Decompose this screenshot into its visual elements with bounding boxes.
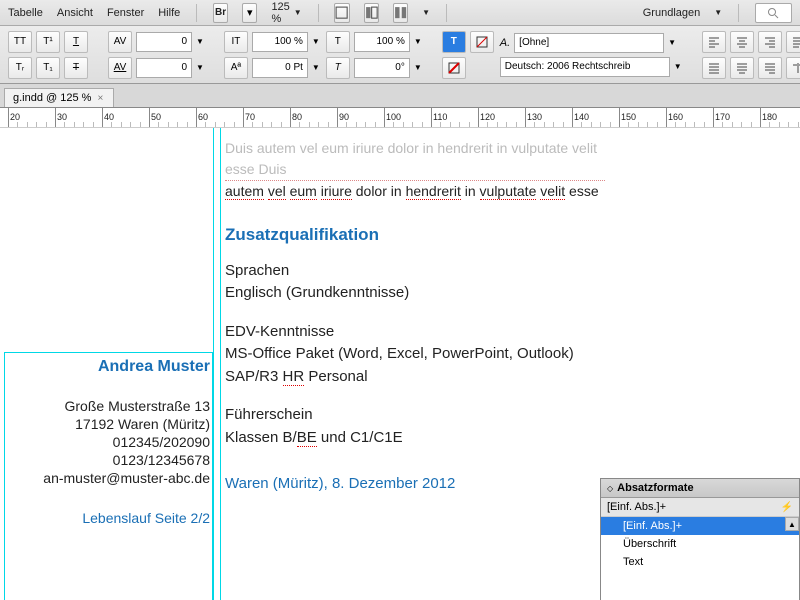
- justify-all-left[interactable]: [702, 57, 726, 79]
- tab-title: g.indd @ 125 %: [13, 92, 91, 104]
- paragraph-styles-panel[interactable]: ◇ Absatzformate [Einf. Abs.]+ ⚡ [Einf. A…: [600, 478, 800, 600]
- workspace-selector[interactable]: Grundlagen: [643, 7, 701, 19]
- panel-current-style: [Einf. Abs.]+ ⚡: [601, 498, 799, 517]
- char-style-field[interactable]: [Ohne]: [514, 33, 664, 53]
- license-block: Führerschein Klassen B/BE und C1/C1E: [225, 404, 605, 449]
- bridge-button[interactable]: Br: [213, 3, 228, 23]
- email: an-muster@muster-abc.de: [10, 470, 210, 486]
- baseline-field[interactable]: 0 Pt: [252, 58, 308, 78]
- swap-colors[interactable]: [442, 57, 466, 79]
- view-mode-2[interactable]: [364, 3, 379, 23]
- tracking-icon: AV: [108, 57, 132, 79]
- align-right[interactable]: [758, 31, 782, 53]
- justify-all-center[interactable]: [730, 57, 754, 79]
- lightning-icon[interactable]: ⚡: [781, 502, 793, 513]
- lorem-line: autem vel eum iriure dolor in hendrerit …: [225, 181, 605, 202]
- kerning-field[interactable]: 0: [136, 32, 192, 52]
- style-item[interactable]: Überschrift: [601, 535, 799, 553]
- main-text[interactable]: Duis autem vel eum iriure dolor in hendr…: [225, 138, 605, 496]
- chevron-down-icon[interactable]: ▼: [668, 38, 676, 47]
- hscale-icon: T: [326, 31, 350, 53]
- languages-block: Sprachen Englisch (Grundkenntnisse): [225, 260, 605, 305]
- align-left[interactable]: [702, 31, 726, 53]
- align-spine[interactable]: [786, 57, 800, 79]
- menu-fenster[interactable]: Fenster: [107, 7, 144, 19]
- chevron-down-icon[interactable]: ▼: [714, 8, 722, 17]
- baseline-icon: Aª: [224, 57, 248, 79]
- separator: [738, 4, 739, 22]
- date-location: Waren (Müritz), 8. Dezember 2012: [225, 473, 605, 496]
- overset-text: Duis autem vel eum iriure dolor in hendr…: [225, 138, 605, 181]
- edv-block: EDV-Kenntnisse MS-Office Paket (Word, Ex…: [225, 321, 605, 389]
- vscale-icon: IT: [224, 31, 248, 53]
- chevron-down-icon[interactable]: ▼: [312, 37, 320, 46]
- chevron-down-icon[interactable]: ▼: [422, 8, 430, 17]
- vscale-field[interactable]: 100 %: [252, 32, 308, 52]
- person-name: Andrea Muster: [10, 358, 210, 376]
- separator: [446, 4, 447, 22]
- skew-icon: T: [326, 57, 350, 79]
- chevron-icon[interactable]: ◇: [607, 484, 613, 493]
- kerning-icon: AV: [108, 31, 132, 53]
- view-mode-1[interactable]: [334, 3, 349, 23]
- chevron-down-icon[interactable]: ▼: [674, 62, 682, 71]
- document-tabs: g.indd @ 125 % ×: [0, 84, 800, 108]
- address-line2: 17192 Waren (Müritz): [10, 416, 210, 432]
- scroll-up[interactable]: ▲: [785, 517, 799, 531]
- zoom-level[interactable]: 125 %: [271, 1, 289, 25]
- stroke-color[interactable]: [470, 31, 494, 53]
- tracking-field[interactable]: 0: [136, 58, 192, 78]
- chevron-down-icon[interactable]: ▼: [414, 63, 422, 72]
- dropdown-icon[interactable]: ▾: [242, 3, 257, 23]
- horizontal-ruler[interactable]: 2030405060708090100110120130140150160170…: [0, 108, 800, 128]
- menu-tabelle[interactable]: Tabelle: [8, 7, 43, 19]
- style-list: [Einf. Abs.]+ Überschrift Text ▲ ▼: [601, 517, 799, 600]
- underline-button[interactable]: T: [64, 31, 88, 53]
- page-indicator: Lebenslauf Seite 2/2: [10, 510, 210, 526]
- document-canvas[interactable]: Andrea Muster Große Musterstraße 13 1719…: [0, 128, 800, 600]
- view-mode-3[interactable]: [393, 3, 408, 23]
- align-justify[interactable]: [786, 31, 800, 53]
- control-panel: TT T¹ T Tᵣ T₁ T AV0▼ AV0▼ IT100 %▼ Aª0 P…: [0, 26, 800, 84]
- document-tab[interactable]: g.indd @ 125 % ×: [4, 88, 114, 107]
- align-center[interactable]: [730, 31, 754, 53]
- chevron-down-icon[interactable]: ▼: [414, 37, 422, 46]
- small-caps-button[interactable]: Tᵣ: [8, 57, 32, 79]
- subscript-button[interactable]: T₁: [36, 57, 60, 79]
- phone-1: 012345/202090: [10, 434, 210, 450]
- menu-hilfe[interactable]: Hilfe: [158, 7, 180, 19]
- search-field[interactable]: [755, 3, 792, 23]
- close-icon[interactable]: ×: [97, 93, 103, 104]
- separator: [196, 4, 197, 22]
- strikethrough-button[interactable]: T: [64, 57, 88, 79]
- menu-ansicht[interactable]: Ansicht: [57, 7, 93, 19]
- panel-titlebar[interactable]: ◇ Absatzformate: [601, 479, 799, 498]
- chevron-down-icon[interactable]: ▼: [196, 63, 204, 72]
- chevron-down-icon[interactable]: ▼: [312, 63, 320, 72]
- all-caps-button[interactable]: TT: [8, 31, 32, 53]
- chevron-down-icon[interactable]: ▼: [294, 8, 302, 17]
- skew-field[interactable]: 0°: [354, 58, 410, 78]
- address-line1: Große Musterstraße 13: [10, 398, 210, 414]
- contact-block: Andrea Muster Große Musterstraße 13 1719…: [10, 358, 210, 528]
- fill-color[interactable]: T: [442, 31, 466, 53]
- menubar: Tabelle Ansicht Fenster Hilfe Br ▾ 125 %…: [0, 0, 800, 26]
- column-guide[interactable]: [213, 128, 214, 600]
- panel-title: Absatzformate: [617, 482, 693, 494]
- separator: [318, 4, 319, 22]
- section-heading: Zusatzqualifikation: [225, 222, 605, 248]
- style-item-selected[interactable]: [Einf. Abs.]+: [601, 517, 799, 535]
- language-field[interactable]: Deutsch: 2006 Rechtschreib: [500, 57, 670, 77]
- column-guide[interactable]: [220, 128, 221, 600]
- style-item[interactable]: Text: [601, 553, 799, 571]
- phone-2: 0123/12345678: [10, 452, 210, 468]
- justify-all-right[interactable]: [758, 57, 782, 79]
- hscale-field[interactable]: 100 %: [354, 32, 410, 52]
- chevron-down-icon[interactable]: ▼: [196, 37, 204, 46]
- superscript-button[interactable]: T¹: [36, 31, 60, 53]
